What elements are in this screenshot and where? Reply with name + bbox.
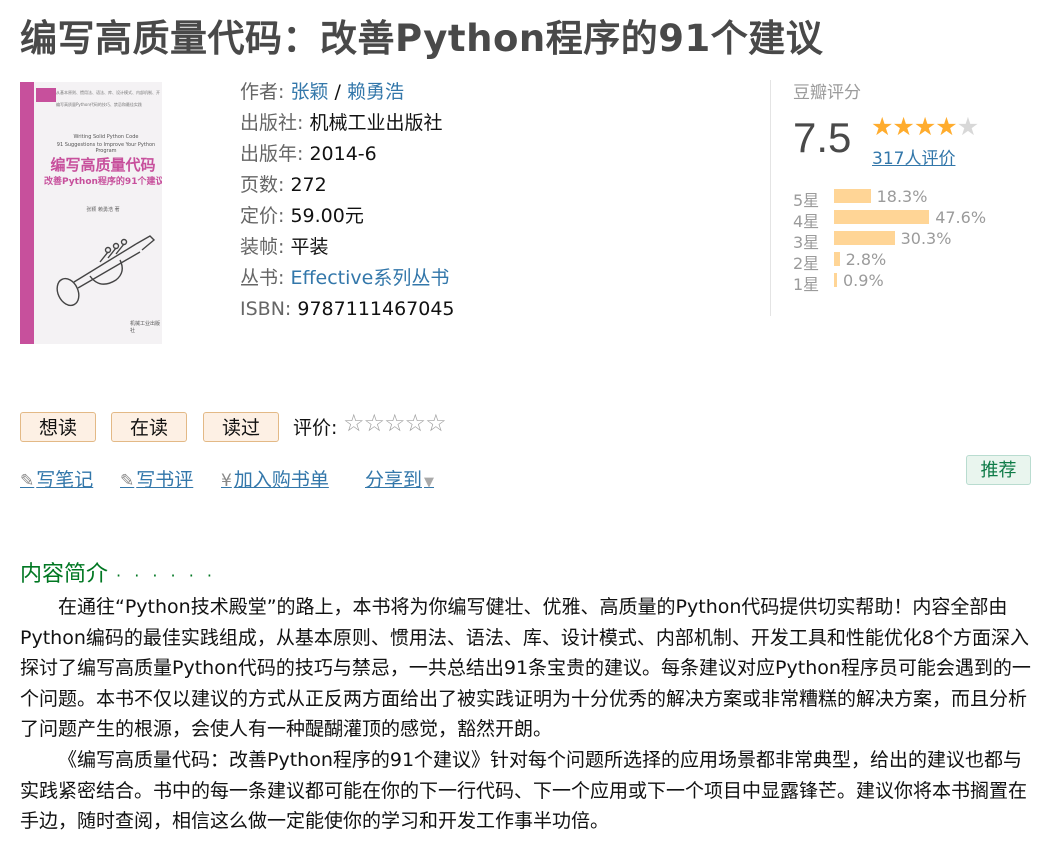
rating-bar [834, 231, 895, 245]
star-icon: ★ [871, 112, 893, 141]
rating-bar-percent: 30.3% [900, 229, 952, 248]
rating-votes-link[interactable]: 317人评价 [872, 144, 955, 169]
rating-stars: ★★★★★ [871, 112, 979, 141]
book-info: 作者: 张颖 / 赖勇浩 出版社: 机械工业出版社 出版年: 2014-6 页数… [240, 80, 455, 328]
series-label: 丛书: [240, 267, 285, 289]
rating-score: 7.5 [793, 114, 852, 161]
rating-bar [834, 273, 837, 287]
binding-label: 装帧: [240, 236, 285, 258]
write-note-label: 写笔记 [36, 469, 94, 491]
add-to-cart-label: 加入购书单 [233, 469, 329, 491]
rating-bar-percent: 2.8% [845, 250, 887, 269]
intro-heading: 内容简介 · · · · · · [20, 556, 216, 588]
rate-star-icon[interactable]: ☆ [425, 409, 446, 437]
rating-bar [834, 252, 840, 266]
author-link[interactable]: 赖勇浩 [347, 81, 404, 103]
cover-publisher: 机械工业出版社 [130, 321, 161, 334]
publisher-value: 机械工业出版社 [309, 112, 443, 134]
share-label: 分享到 [365, 469, 423, 491]
cover-chinese-title: 编写高质量代码 [50, 156, 156, 174]
rating-bar-percent: 0.9% [843, 271, 884, 290]
cover-english-title: Writing Solid Python Code [73, 134, 139, 140]
rating-bar [834, 189, 871, 203]
want-to-read-button[interactable]: 想读 [20, 412, 96, 442]
publisher-label: 出版社: [240, 112, 304, 134]
cover-english-subtitle: 91 Suggestions to Improve Your Python Pr… [56, 142, 156, 154]
intro-heading-text: 内容简介 [20, 562, 109, 587]
intro-content: 在通往“Python技术殿堂”的路上，本书将为你编写健壮、优雅、高质量的Pyth… [20, 592, 1032, 837]
star-icon: ★ [935, 112, 957, 141]
author-link[interactable]: 张颖 [290, 81, 328, 103]
year-label: 出版年: [240, 143, 304, 165]
price-value: 59.00元 [290, 205, 364, 227]
cover-chinese-subtitle: 改善Python程序的91个建议 [44, 177, 162, 187]
rate-star-icon[interactable]: ☆ [384, 409, 405, 437]
pencil-icon: ✎ [20, 471, 35, 491]
write-note-link[interactable]: ✎ 写笔记 [20, 465, 93, 492]
series-link[interactable]: Effective系列丛书 [290, 267, 449, 289]
add-to-cart-link[interactable]: ¥ 加入购书单 [221, 465, 329, 492]
cover-tagline-2: 编写高质量Python代码的技巧、禁忌和最佳实践 [56, 102, 142, 107]
intro-paragraph: 《编写高质量代码：改善Python程序的91个建议》针对每个问题所选择的应用场景… [20, 748, 1028, 833]
isbn-value: 9787111467045 [297, 298, 455, 320]
pencil-icon: ✎ [120, 471, 135, 491]
price-label: 定价: [240, 205, 285, 227]
binding-value: 平装 [290, 236, 329, 258]
pages-value: 272 [290, 174, 327, 196]
binding-row: 装帧: 平装 [240, 235, 455, 266]
recommend-button[interactable]: 推荐 [966, 455, 1031, 485]
isbn-label: ISBN: [240, 298, 292, 320]
have-read-button[interactable]: 读过 [203, 412, 279, 442]
rating-bar-row: 3星 30.3% [793, 228, 1003, 252]
star-icon: ★ [913, 112, 936, 141]
pages-label: 页数: [240, 174, 285, 196]
rating-bar-row: 1星 0.9% [793, 270, 1003, 294]
rate-star-icon[interactable]: ☆ [364, 409, 385, 437]
series-row: 丛书: Effective系列丛书 [240, 266, 455, 297]
rate-label: 评价: [293, 417, 338, 439]
rating-bar-label: 1星 [793, 275, 820, 294]
rating-bar-row: 5星 18.3% [793, 186, 1003, 210]
rate-stars[interactable]: ☆☆☆☆☆ [343, 409, 447, 437]
year-row: 出版年: 2014-6 [240, 142, 455, 173]
rating-distribution: 5星 18.3% 4星 47.6% 3星 30.3% 2星 2.8% 1星 0.9% [793, 186, 1003, 294]
author-separator: / [328, 81, 347, 103]
write-review-label: 写书评 [136, 469, 194, 491]
star-icon: ★ [892, 112, 914, 141]
rating-panel: 豆瓣评分 7.5 ★★★★★ 317人评价 5星 18.3% 4星 47.6% 3星 30… [793, 78, 986, 294]
rate-star-icon[interactable]: ☆ [405, 409, 426, 437]
book-cover-image[interactable]: 从基本原则、惯用法、语法、库、设计模式、内部机制、开发工具和性能优化8个方面深入… [20, 82, 162, 344]
author-row: 作者: 张颖 / 赖勇浩 [240, 80, 455, 111]
cover-tagline-1: 从基本原则、惯用法、语法、库、设计模式、内部机制、开发工具和性能优化8个方面深入… [56, 90, 160, 95]
yen-icon: ¥ [221, 471, 232, 491]
price-row: 定价: 59.00元 [240, 204, 455, 235]
star-icon: ★ [956, 112, 979, 141]
write-review-link[interactable]: ✎ 写书评 [120, 465, 193, 492]
rating-bar-percent: 18.3% [876, 187, 928, 206]
publisher-row: 出版社: 机械工业出版社 [240, 111, 455, 142]
isbn-row: ISBN: 9787111467045 [240, 297, 455, 328]
rate-star-icon[interactable]: ☆ [343, 409, 364, 437]
info-divider [770, 80, 771, 316]
year-value: 2014-6 [309, 143, 377, 165]
trumpet-illustration [56, 235, 156, 307]
rating-bar-row: 4星 47.6% [793, 207, 1003, 231]
share-dropdown[interactable]: 分享到 ▼ [365, 465, 434, 492]
author-label: 作者: [240, 81, 285, 103]
caret-down-icon: ▼ [424, 475, 435, 490]
rating-bar-percent: 47.6% [935, 208, 987, 227]
cover-publisher-logo [36, 88, 56, 102]
intro-heading-dots: · · · · · · [116, 566, 216, 585]
intro-paragraph: 在通往“Python技术殿堂”的路上，本书将为你编写健壮、优雅、高质量的Pyth… [20, 596, 1031, 741]
rating-bar-row: 2星 2.8% [793, 249, 1003, 273]
pages-row: 页数: 272 [240, 173, 455, 204]
cover-authors: 张颖 赖勇浩 著 [86, 207, 120, 213]
rating-bar [834, 210, 930, 224]
cover-spine-strip [20, 82, 34, 344]
rating-title: 豆瓣评分 [793, 83, 861, 103]
reading-button[interactable]: 在读 [111, 412, 187, 442]
page-title: 编写高质量代码：改善Python程序的91个建议 [20, 17, 824, 60]
